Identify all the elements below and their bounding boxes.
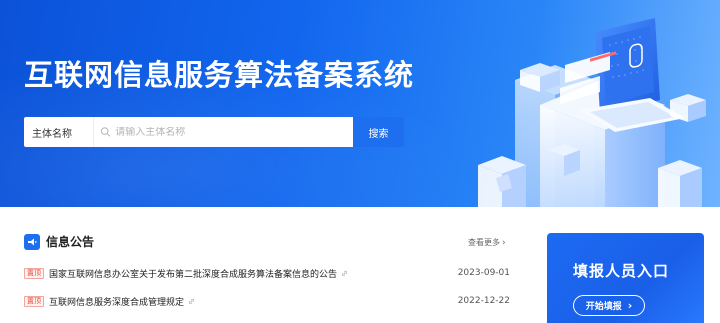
view-more-link[interactable]: 查看更多 › <box>468 237 506 248</box>
pinned-tag: 置顶 <box>24 295 44 307</box>
link-icon <box>188 298 195 304</box>
search-type-label[interactable]: 主体名称 <box>24 117 94 147</box>
search-icon <box>100 127 111 137</box>
notice-section-title: 信息公告 <box>46 235 95 249</box>
search-bar: 主体名称 搜索 <box>24 117 404 147</box>
start-report-button[interactable]: 开始填报 › <box>573 295 645 316</box>
search-field[interactable] <box>94 117 353 147</box>
link-icon <box>341 270 348 276</box>
start-report-label: 开始填报 <box>585 302 622 312</box>
view-more-label: 查看更多 <box>468 238 500 247</box>
notice-date: 2023-09-01 <box>457 268 510 278</box>
list-item[interactable]: 置顶 国家互联网信息办公室关于发布第二批深度合成服务算法备案信息的公告 2023… <box>24 266 510 280</box>
hero-illustration <box>478 18 706 207</box>
notice-date: 2022-12-22 <box>457 296 510 306</box>
chevron-right-icon: › <box>627 299 633 312</box>
notice-title[interactable]: 国家互联网信息办公室关于发布第二批深度合成服务算法备案信息的公告 <box>49 267 337 280</box>
list-item[interactable]: 置顶 互联网信息服务深度合成管理规定 2022-12-22 <box>24 294 510 308</box>
reporter-entry-card: 填报人员入口 开始填报 › <box>547 233 704 323</box>
search-button[interactable]: 搜索 <box>353 117 404 147</box>
hero-banner: 互联网信息服务算法备案系统 主体名称 搜索 <box>0 0 720 207</box>
megaphone-icon <box>24 233 40 250</box>
notice-title[interactable]: 互联网信息服务深度合成管理规定 <box>49 295 184 308</box>
entry-title: 填报人员入口 <box>573 262 670 280</box>
notice-header: 信息公告 <box>24 233 94 250</box>
pinned-tag: 置顶 <box>24 267 44 279</box>
chevron-right-icon: › <box>502 237 506 248</box>
search-input[interactable] <box>115 126 353 138</box>
page-title: 互联网信息服务算法备案系统 <box>24 58 415 92</box>
